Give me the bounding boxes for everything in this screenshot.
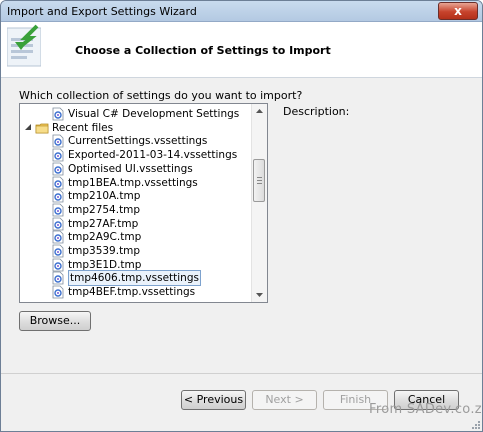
browse-button[interactable]: Browse...	[19, 311, 91, 331]
tree-item-label: CurrentSettings.vssettings	[68, 135, 208, 148]
scroll-down-icon[interactable]	[252, 287, 267, 302]
title-bar[interactable]: Import and Export Settings Wizard x	[1, 1, 482, 22]
next-button[interactable]: Next >	[252, 390, 317, 410]
tree-item-label: tmp2A9C.tmp	[68, 231, 142, 244]
wizard-window: Import and Export Settings Wizard x Choo…	[0, 0, 483, 432]
settings-file-icon	[52, 162, 64, 176]
settings-file-icon	[52, 189, 64, 203]
grip-line	[257, 180, 262, 181]
tree-item-label: tmp1BEA.tmp.vssettings	[68, 176, 198, 189]
tree-item-label: tmp3539.tmp	[68, 245, 141, 257]
settings-file-icon	[52, 203, 64, 217]
settings-file-icon	[52, 244, 64, 258]
scroll-thumb[interactable]	[253, 159, 265, 202]
close-button[interactable]: x	[438, 2, 478, 20]
settings-file-icon	[52, 176, 64, 189]
close-icon: x	[454, 4, 462, 18]
window-title: Import and Export Settings Wizard	[7, 5, 197, 18]
settings-file-icon	[52, 107, 64, 121]
grip-line	[257, 177, 262, 178]
wizard-header: Choose a Collection of Settings to Impor…	[1, 22, 482, 78]
tree-item-label: Recent files	[52, 121, 114, 134]
settings-file-icon	[52, 134, 64, 148]
settings-file-icon	[52, 148, 64, 162]
tree-item-label: tmp210A.tmp	[68, 190, 141, 203]
scroll-up-icon[interactable]	[252, 104, 267, 119]
tree-item-label: Exported-2011-03-14.vssettings	[68, 149, 238, 162]
tree-item-label: tmp2754.tmp	[68, 203, 141, 216]
grip-line	[257, 183, 262, 184]
settings-file-icon	[52, 285, 64, 299]
collection-prompt: Which collection of settings do you want…	[19, 89, 303, 102]
settings-file-icon	[52, 258, 64, 272]
tree-item-label: tmp4606.tmp.vssettings	[68, 270, 201, 287]
footer-divider	[1, 373, 482, 374]
settings-file-icon	[52, 271, 64, 285]
tree-scrollbar[interactable]	[251, 104, 267, 302]
description-label: Description:	[283, 105, 350, 118]
resize-grip-icon[interactable]	[470, 419, 480, 429]
tree-item-label: tmp27AF.tmp	[68, 217, 139, 230]
tree-item-label: Optimised UI.vssettings	[68, 162, 193, 175]
import-settings-icon	[7, 24, 41, 67]
previous-button[interactable]: < Previous	[181, 390, 246, 410]
settings-tree[interactable]: Visual C# Development Settings Recent fil…	[19, 103, 268, 303]
tree-item-label: tmp4BEF.tmp.vssettings	[68, 286, 196, 299]
expand-arrow-icon[interactable]	[25, 123, 32, 131]
page-title: Choose a Collection of Settings to Impor…	[75, 44, 331, 57]
folder-icon	[35, 123, 49, 134]
settings-file-icon	[52, 217, 64, 230]
settings-file-icon	[52, 230, 64, 244]
tree-item-label: Visual C# Development Settings	[68, 108, 240, 120]
watermark: From SADev.co.za	[369, 402, 483, 417]
